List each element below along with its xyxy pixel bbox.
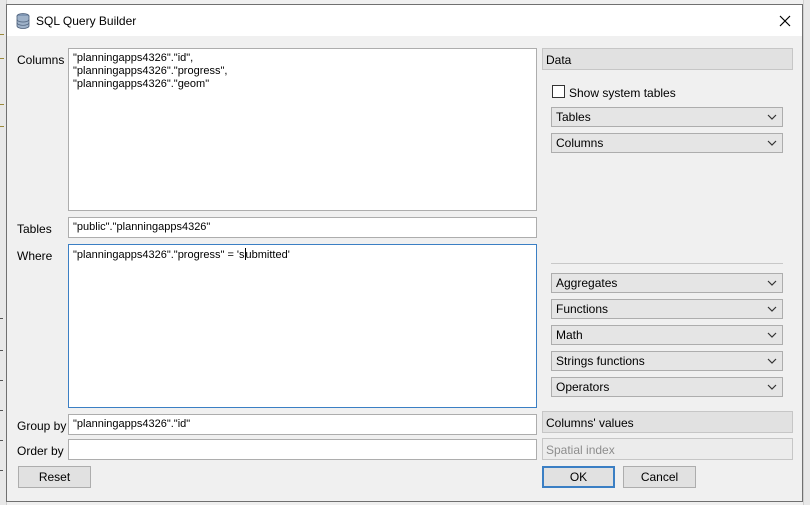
- background-mark: [0, 380, 3, 381]
- strings-functions-dropdown-label: Strings functions: [556, 354, 645, 368]
- data-section-button[interactable]: Data: [542, 48, 793, 70]
- ok-button[interactable]: OK: [542, 466, 615, 488]
- close-button[interactable]: [768, 5, 802, 36]
- background-mark: [0, 126, 4, 127]
- show-system-tables-checkbox[interactable]: [552, 85, 565, 98]
- tables-field[interactable]: "public"."planningapps4326": [68, 217, 537, 238]
- reset-button[interactable]: Reset: [18, 466, 91, 488]
- where-textarea[interactable]: "planningapps4326"."progress" = 'submitt…: [68, 244, 537, 408]
- columns-textarea[interactable]: "planningapps4326"."id", "planningapps43…: [68, 48, 537, 211]
- chevron-down-icon: [767, 306, 777, 312]
- background-mark: [0, 58, 4, 59]
- orderby-label: Order by: [17, 444, 64, 458]
- where-label: Where: [17, 249, 53, 263]
- math-dropdown[interactable]: Math: [551, 325, 783, 345]
- chevron-down-icon: [767, 358, 777, 364]
- columns-dropdown[interactable]: Columns: [551, 133, 783, 153]
- groupby-label: Group by: [17, 419, 67, 433]
- operators-dropdown-label: Operators: [556, 380, 610, 394]
- chevron-down-icon: [767, 280, 777, 286]
- chevron-down-icon: [767, 384, 777, 390]
- where-text-after-caret: ubmitted': [245, 249, 290, 261]
- operators-dropdown[interactable]: Operators: [551, 377, 783, 397]
- close-icon: [779, 15, 791, 26]
- columns-dropdown-label: Columns: [556, 136, 604, 150]
- aggregates-dropdown-label: Aggregates: [556, 276, 618, 290]
- database-icon: [16, 13, 30, 29]
- show-system-tables-label: Show system tables: [569, 86, 676, 100]
- window-title: SQL Query Builder: [36, 14, 137, 28]
- sql-query-builder-dialog: SQL Query Builder Columns "planningapps4…: [6, 4, 803, 502]
- math-dropdown-label: Math: [556, 328, 583, 342]
- columns-label: Columns: [17, 53, 65, 67]
- groupby-field[interactable]: "planningapps4326"."id": [68, 414, 537, 435]
- background-mark: [0, 350, 3, 351]
- background-mark: [0, 410, 3, 411]
- background-window-edge-right: [803, 0, 810, 505]
- background-mark: [0, 470, 3, 471]
- functions-dropdown[interactable]: Functions: [551, 299, 783, 319]
- panel-divider: [551, 263, 783, 264]
- background-mark: [0, 104, 4, 105]
- strings-functions-dropdown[interactable]: Strings functions: [551, 351, 783, 371]
- functions-dropdown-label: Functions: [556, 302, 609, 316]
- aggregates-dropdown[interactable]: Aggregates: [551, 273, 783, 293]
- orderby-field[interactable]: [68, 439, 537, 460]
- title-bar: SQL Query Builder: [7, 5, 802, 36]
- spatial-index-button[interactable]: Spatial index: [542, 438, 793, 460]
- tables-label: Tables: [17, 222, 52, 236]
- chevron-down-icon: [767, 114, 777, 120]
- tables-dropdown-label: Tables: [556, 110, 591, 124]
- columns-values-button[interactable]: Columns' values: [542, 411, 793, 433]
- tables-dropdown[interactable]: Tables: [551, 107, 783, 127]
- chevron-down-icon: [767, 140, 777, 146]
- background-mark: [0, 318, 3, 319]
- background-mark: [0, 440, 3, 441]
- chevron-down-icon: [767, 332, 777, 338]
- background-mark: [0, 34, 4, 35]
- cancel-button[interactable]: Cancel: [623, 466, 696, 488]
- where-text-before-caret: "planningapps4326"."progress" = 's: [73, 249, 245, 261]
